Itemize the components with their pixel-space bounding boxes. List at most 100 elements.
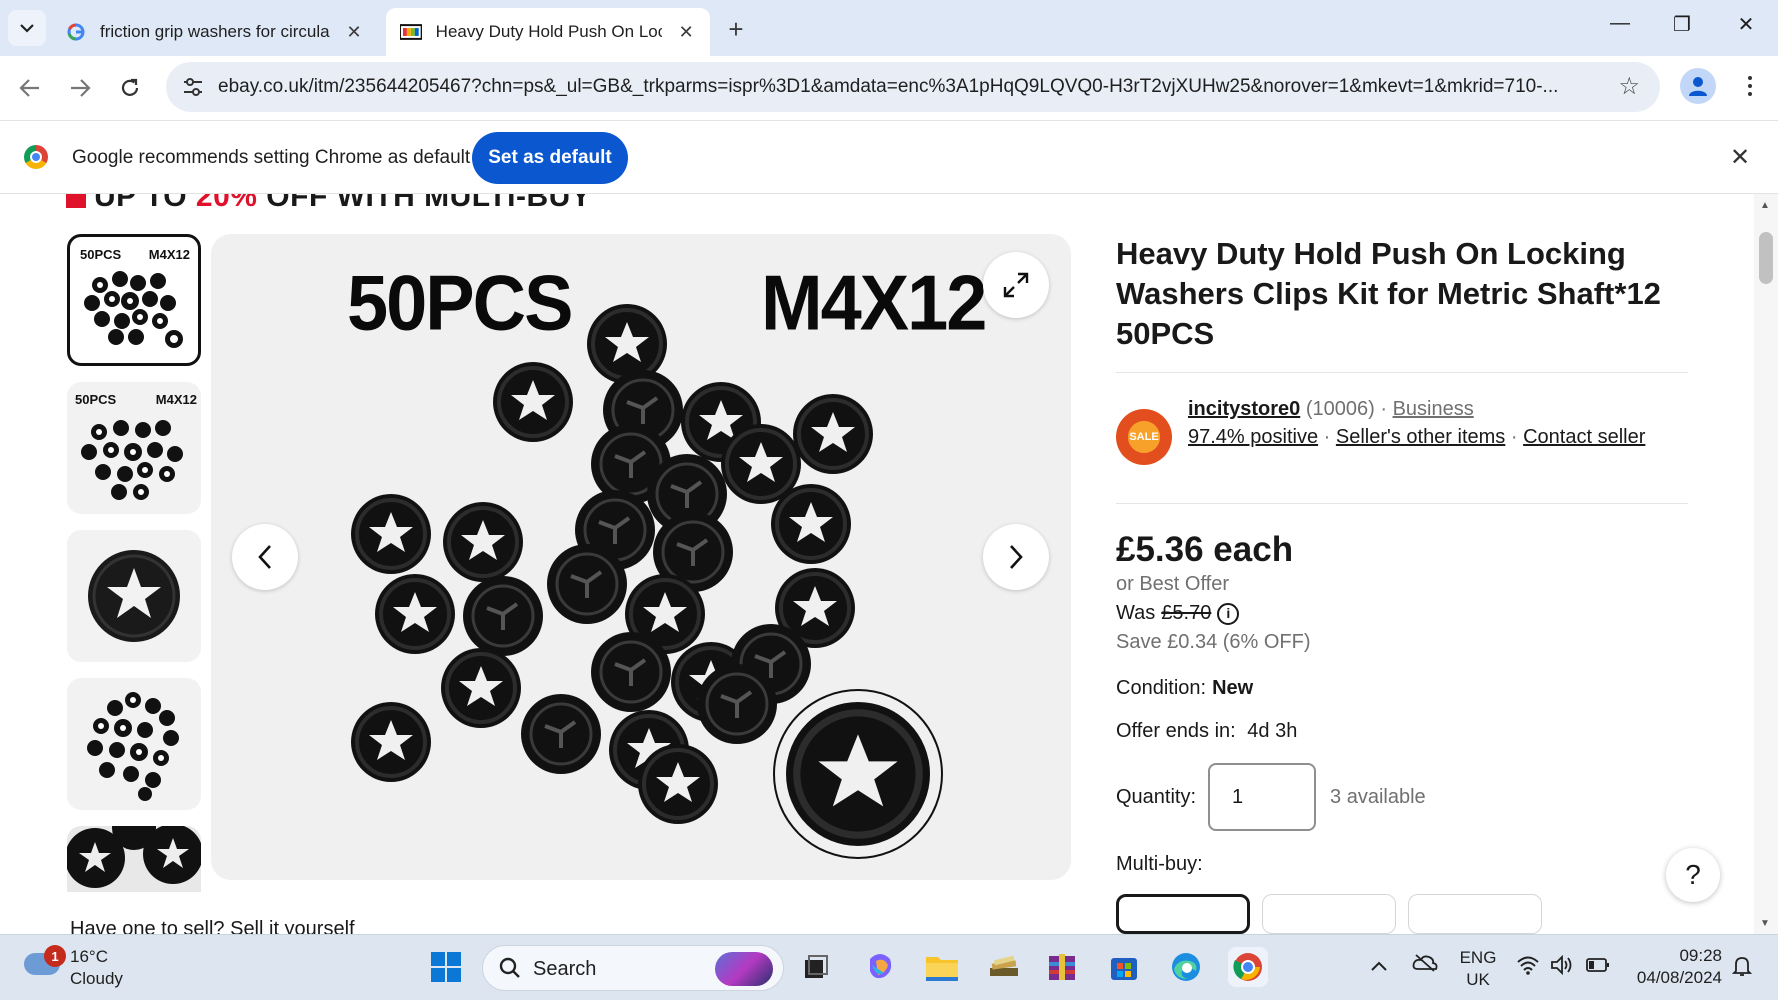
winrar-icon[interactable] <box>1042 947 1082 987</box>
multibuy-option-3[interactable] <box>1408 894 1542 934</box>
copilot-icon[interactable] <box>860 947 900 987</box>
site-info-icon[interactable] <box>180 74 206 100</box>
offer-ends-label: Offer ends in: <box>1116 720 1236 742</box>
search-icon <box>499 957 520 978</box>
battery-icon[interactable] <box>1586 957 1610 978</box>
quantity-label: Quantity: <box>1116 785 1197 808</box>
edge-icon[interactable] <box>1166 947 1206 987</box>
windows-taskbar: 1 16°C Cloudy Search ENG UK 09:28 04/08/… <box>0 934 1778 1000</box>
start-button[interactable] <box>426 947 466 987</box>
windows-logo-icon <box>431 952 461 982</box>
chrome-taskbar-icon[interactable] <box>1228 947 1268 987</box>
show-hidden-icons[interactable] <box>1370 957 1388 977</box>
microsoft-store-icon[interactable] <box>1104 947 1144 987</box>
more-menu-icon[interactable] <box>1740 68 1760 104</box>
thumbnail-5[interactable] <box>67 826 201 892</box>
seller-name-link[interactable]: incitystore0 <box>1188 398 1300 420</box>
separator: · <box>1510 426 1518 448</box>
single-washer-image <box>88 550 180 642</box>
region-code: UK <box>1466 970 1490 989</box>
default-browser-infobar: Google recommends setting Chrome as defa… <box>0 120 1778 194</box>
expand-image-button[interactable] <box>983 252 1049 318</box>
minimize-icon[interactable]: — <box>1600 12 1640 35</box>
help-button[interactable]: ? <box>1666 848 1720 902</box>
new-tab-button[interactable]: + <box>722 14 750 45</box>
multibuy-option-1[interactable] <box>1116 894 1250 934</box>
chrome-logo-icon <box>24 145 48 169</box>
file-explorer-icon[interactable] <box>922 947 962 987</box>
search-highlight-image <box>715 952 773 986</box>
main-product-image[interactable]: 50PCS M4X12 <box>211 234 1071 880</box>
washers-closeup-image <box>67 826 201 892</box>
notification-bell-icon[interactable] <box>1731 955 1753 982</box>
quantity-input[interactable]: 1 <box>1208 763 1317 831</box>
sell-it-yourself-text[interactable]: Have one to sell? Sell it yourself <box>70 918 355 934</box>
weather-widget[interactable]: 1 16°C Cloudy <box>24 945 144 991</box>
bookmark-star-icon[interactable]: ☆ <box>1618 72 1640 101</box>
offer-ends-row: Offer ends in: 4d 3h <box>1116 720 1688 743</box>
close-window-icon[interactable]: ✕ <box>1726 12 1766 37</box>
taskbar-search[interactable]: Search <box>482 945 784 991</box>
was-price-row: Was £5.70 i <box>1116 599 1688 628</box>
reload-icon[interactable] <box>114 72 146 104</box>
scroll-down-icon[interactable]: ▼ <box>1760 918 1770 929</box>
set-as-default-button[interactable]: Set as default <box>472 132 628 184</box>
ebay-flag-icon <box>400 24 422 40</box>
close-tab-icon[interactable]: ✕ <box>344 22 364 43</box>
thumbnail-3[interactable] <box>67 530 201 662</box>
promo-percent: 20% <box>195 194 258 213</box>
app-stack-icon[interactable] <box>984 947 1024 987</box>
page-scrollbar[interactable]: ▲ ▼ <box>1754 194 1778 934</box>
restore-icon[interactable]: ❐ <box>1662 12 1702 37</box>
chevron-left-icon <box>258 545 271 569</box>
browser-toolbar: ebay.co.uk/itm/235644205467?chn=ps&_ul=G… <box>0 56 1778 120</box>
url-text[interactable]: ebay.co.uk/itm/235644205467?chn=ps&_ul=G… <box>218 76 1608 98</box>
condition-row: Condition: New <box>1116 677 1688 700</box>
scrollbar-thumb[interactable] <box>1759 232 1773 284</box>
onedrive-offline-icon[interactable] <box>1412 953 1438 978</box>
available-count: 3 available <box>1330 785 1426 808</box>
weather-desc: Cloudy <box>70 969 123 988</box>
wifi-icon[interactable] <box>1516 955 1540 980</box>
condition-value: New <box>1212 677 1254 699</box>
info-icon[interactable]: i <box>1217 602 1240 625</box>
infobar-message: Google recommends setting Chrome as defa… <box>72 147 471 168</box>
volume-icon[interactable] <box>1550 954 1574 980</box>
savings-text: Save £0.34 (6% OFF) <box>1116 631 1311 653</box>
close-tab-icon[interactable]: ✕ <box>676 22 696 43</box>
thumbnail-4[interactable] <box>67 678 201 810</box>
close-infobar-icon[interactable]: ✕ <box>1730 143 1750 172</box>
address-bar[interactable]: ebay.co.uk/itm/235644205467?chn=ps&_ul=G… <box>166 62 1660 112</box>
clock-date: 04/08/2024 <box>1636 968 1722 987</box>
tab-ebay-item[interactable]: Heavy Duty Hold Push On Locki ✕ <box>386 8 710 56</box>
forward-icon[interactable] <box>64 72 96 104</box>
profile-avatar-icon[interactable] <box>1680 68 1716 104</box>
washers-pile-image <box>349 302 943 859</box>
language-indicator[interactable]: ENG UK <box>1456 947 1500 991</box>
divider <box>1116 503 1688 504</box>
thumbnail-1[interactable]: 50PCS M4X12 <box>67 234 201 366</box>
weather-temp: 16°C <box>70 947 108 966</box>
positive-feedback-link[interactable]: 97.4% positive <box>1188 426 1318 448</box>
multibuy-option-2[interactable] <box>1262 894 1396 934</box>
offer-ends-value: 4d 3h <box>1247 720 1298 742</box>
task-view-icon[interactable] <box>796 947 836 987</box>
seller-info: incitystore0 (10006) · Business 97.4% po… <box>1188 395 1658 451</box>
quantity-row: Quantity: 1 3 available <box>1116 763 1688 831</box>
business-link[interactable]: Business <box>1393 398 1474 420</box>
scroll-up-icon[interactable]: ▲ <box>1760 200 1770 211</box>
clock-time: 09:28 <box>1679 946 1722 965</box>
seller-logo[interactable]: SALE <box>1116 409 1172 465</box>
thumbnail-2[interactable]: 50PCS M4X12 <box>67 382 201 514</box>
promo-prefix: UP TO <box>94 194 196 213</box>
promo-tag-icon <box>66 194 86 208</box>
next-image-button[interactable] <box>983 524 1049 590</box>
chevron-down-icon <box>20 24 34 33</box>
tab-search-button[interactable] <box>8 10 46 46</box>
back-icon[interactable] <box>14 72 46 104</box>
sellers-other-items-link[interactable]: Seller's other items <box>1336 426 1505 448</box>
contact-seller-link[interactable]: Contact seller <box>1523 426 1645 448</box>
system-clock[interactable]: 09:28 04/08/2024 <box>1630 945 1722 989</box>
tab-google-search[interactable]: friction grip washers for circular ✕ <box>52 8 382 56</box>
previous-image-button[interactable] <box>232 524 298 590</box>
